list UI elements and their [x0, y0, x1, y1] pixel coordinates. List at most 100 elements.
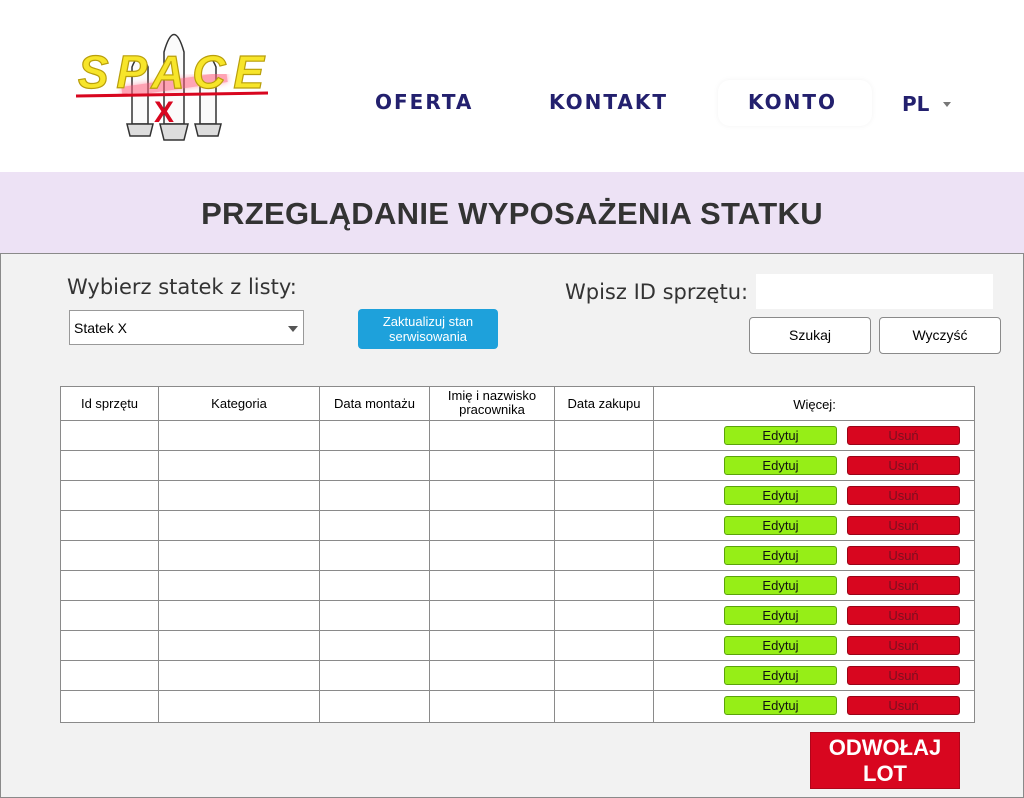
- language-label: PL: [902, 92, 930, 116]
- table-cell: [555, 660, 654, 691]
- table-cell: [61, 510, 159, 541]
- logo-letter: X: [154, 96, 174, 129]
- delete-button[interactable]: Usuń: [847, 456, 960, 475]
- table-cell: [555, 510, 654, 541]
- table-header-cell: Data zakupu: [555, 387, 654, 421]
- table-cell: [430, 540, 555, 571]
- equipment-id-input[interactable]: [756, 274, 993, 309]
- table-cell: [430, 510, 555, 541]
- table-cell: [320, 600, 430, 631]
- edit-button[interactable]: Edytuj: [724, 606, 837, 625]
- clear-button[interactable]: Wyczyść: [879, 317, 1001, 354]
- shuttle-logo-icon: SPACE X: [75, 33, 269, 141]
- delete-button[interactable]: Usuń: [847, 636, 960, 655]
- table-header-cell: Data montażu: [320, 387, 430, 421]
- nav-oferta[interactable]: OFERTA: [375, 90, 473, 118]
- table-cell: [61, 570, 159, 601]
- search-button[interactable]: Szukaj: [749, 317, 871, 354]
- table-cell: [430, 450, 555, 481]
- table-cell: [555, 450, 654, 481]
- spacex-logo[interactable]: SPACE X: [72, 12, 277, 152]
- edit-button[interactable]: Edytuj: [724, 456, 837, 475]
- update-service-button[interactable]: Zaktualizuj stan serwisowania: [358, 309, 498, 349]
- chevron-down-icon: [943, 101, 952, 107]
- table-cell: [61, 630, 159, 661]
- table-cell: [159, 690, 320, 722]
- nav-konto[interactable]: KONTO: [718, 80, 872, 126]
- table-cell: [159, 570, 320, 601]
- delete-button[interactable]: Usuń: [847, 486, 960, 505]
- table-cell: [320, 630, 430, 661]
- table-cell: [320, 690, 430, 722]
- edit-button[interactable]: Edytuj: [724, 426, 837, 445]
- table-cell: [430, 630, 555, 661]
- table-header-cell: Id sprzętu: [61, 387, 159, 421]
- edit-button[interactable]: Edytuj: [724, 486, 837, 505]
- edit-button[interactable]: Edytuj: [724, 636, 837, 655]
- table-cell: [555, 480, 654, 511]
- cancel-flight-button[interactable]: ODWOŁAJ LOT: [810, 732, 960, 789]
- ship-select-value: Statek X: [74, 320, 127, 336]
- table-cell: [555, 570, 654, 601]
- delete-button[interactable]: Usuń: [847, 696, 960, 715]
- delete-button[interactable]: Usuń: [847, 546, 960, 565]
- table-cell: [159, 510, 320, 541]
- table-header-cell: Więcej:: [654, 387, 975, 421]
- nav-kontakt[interactable]: KONTAKT: [549, 90, 668, 118]
- table-cell: [61, 480, 159, 511]
- table-cell: [61, 540, 159, 571]
- main-panel: Wybierz statek z listy: Statek X Zaktual…: [0, 253, 1024, 798]
- table-cell: [320, 570, 430, 601]
- table-cell: [159, 420, 320, 451]
- table-cell: [159, 480, 320, 511]
- table-cell: [320, 420, 430, 451]
- page-title: PRZEGLĄDANIE WYPOSAŻENIA STATKU: [201, 196, 823, 231]
- table-cell: [430, 480, 555, 511]
- table-cell: [61, 450, 159, 481]
- table-cell: [430, 660, 555, 691]
- table-header-cell: Kategoria: [159, 387, 320, 421]
- table-cell: [430, 600, 555, 631]
- edit-button[interactable]: Edytuj: [724, 696, 837, 715]
- equipment-table: Id sprzętu Kategoria Data montażu Imię i na…: [60, 386, 975, 723]
- chevron-down-icon: [288, 326, 298, 332]
- ship-select[interactable]: Statek X: [69, 310, 304, 345]
- table-cell: [320, 480, 430, 511]
- table-cell: [159, 600, 320, 631]
- edit-button[interactable]: Edytuj: [724, 576, 837, 595]
- ship-select-label: Wybierz statek z listy:: [67, 275, 297, 299]
- table-cell: [320, 510, 430, 541]
- table-cell: [555, 630, 654, 661]
- delete-button[interactable]: Usuń: [847, 576, 960, 595]
- table-cell: [430, 690, 555, 722]
- header: SPACE X OFERTA KONTAKT KONTO PL: [0, 0, 1024, 172]
- table-cell: [555, 600, 654, 631]
- delete-button[interactable]: Usuń: [847, 666, 960, 685]
- table-cell: [61, 660, 159, 691]
- table-cell: [555, 690, 654, 722]
- table-header-cell: Imię i nazwisko pracownika: [430, 387, 555, 421]
- table-cell: [430, 420, 555, 451]
- delete-button[interactable]: Usuń: [847, 606, 960, 625]
- table-cell: [555, 420, 654, 451]
- table-cell: [159, 630, 320, 661]
- delete-button[interactable]: Usuń: [847, 516, 960, 535]
- table-cell: [320, 660, 430, 691]
- table-cell: [159, 540, 320, 571]
- table-cell: [555, 540, 654, 571]
- edit-button[interactable]: Edytuj: [724, 546, 837, 565]
- language-selector[interactable]: PL: [902, 92, 952, 116]
- edit-button[interactable]: Edytuj: [724, 516, 837, 535]
- table-cell: [430, 570, 555, 601]
- table-cell: [61, 690, 159, 722]
- table-cell: [61, 600, 159, 631]
- table-cell: [320, 450, 430, 481]
- table-cell: [320, 540, 430, 571]
- table-cell: [159, 660, 320, 691]
- table-cell: [61, 420, 159, 451]
- equipment-id-label: Wpisz ID sprzętu:: [565, 280, 749, 304]
- delete-button[interactable]: Usuń: [847, 426, 960, 445]
- edit-button[interactable]: Edytuj: [724, 666, 837, 685]
- table-cell: [159, 450, 320, 481]
- logo-text: SPACE: [78, 46, 266, 98]
